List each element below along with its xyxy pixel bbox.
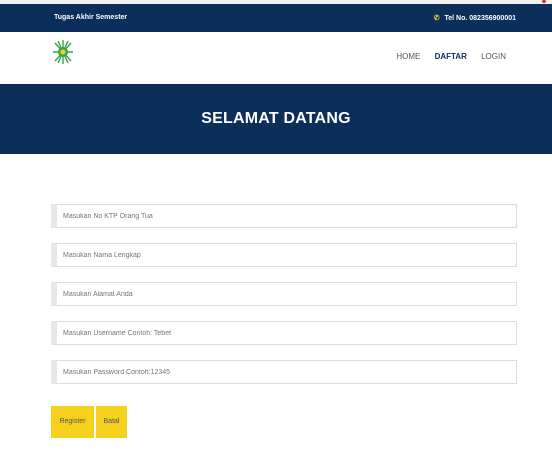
- ktp-input[interactable]: [51, 204, 517, 228]
- address-input[interactable]: [51, 282, 517, 306]
- register-button[interactable]: Register: [51, 406, 94, 438]
- nav-daftar[interactable]: DAFTAR: [435, 52, 467, 61]
- site-tagline: Tugas Akhir Semester: [54, 14, 128, 21]
- phone-icon: ✆: [433, 15, 440, 22]
- full-name-input[interactable]: [51, 243, 517, 267]
- site-logo-icon[interactable]: [51, 38, 75, 66]
- navbar: HOME DAFTAR LOGIN: [0, 32, 552, 84]
- password-input[interactable]: [51, 360, 517, 384]
- top-info-bar: Tugas Akhir Semester ✆ Tel No. 082356900…: [0, 4, 552, 32]
- main-nav: HOME DAFTAR LOGIN: [384, 52, 506, 61]
- browser-close-icon[interactable]: [542, 0, 546, 3]
- hero-banner: SELAMAT DATANG: [0, 84, 552, 154]
- page-title: SELAMAT DATANG: [201, 110, 351, 127]
- nav-login[interactable]: LOGIN: [481, 52, 506, 61]
- contact-phone: ✆ Tel No. 082356900001: [434, 14, 516, 22]
- cancel-button[interactable]: Batal: [96, 406, 127, 438]
- nav-home[interactable]: HOME: [396, 52, 420, 61]
- username-input[interactable]: [51, 321, 517, 345]
- phone-number: Tel No. 082356900001: [444, 15, 516, 22]
- form-buttons: Register Batal: [51, 406, 127, 438]
- registration-form: [51, 204, 517, 399]
